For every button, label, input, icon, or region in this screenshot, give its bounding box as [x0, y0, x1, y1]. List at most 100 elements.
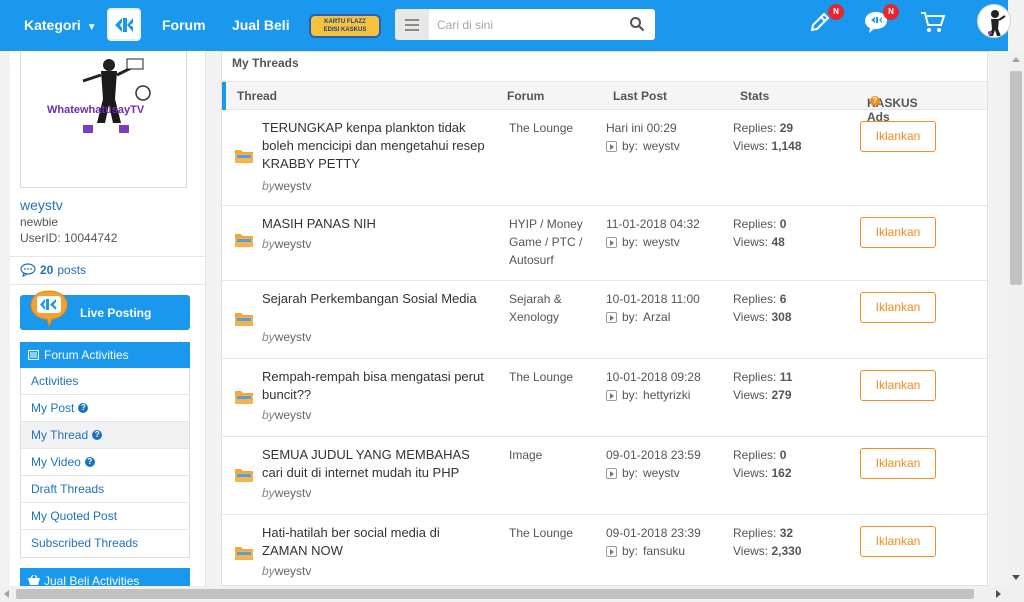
- iklankan-button[interactable]: Iklankan: [860, 217, 936, 248]
- last-post-user[interactable]: Arzal: [643, 310, 670, 324]
- folder-icon: [235, 391, 253, 404]
- iklankan-button[interactable]: Iklankan: [860, 292, 936, 323]
- sidebar-item-label: Draft Threads: [31, 481, 105, 496]
- by-prefix: by: [262, 179, 275, 193]
- last-post-user[interactable]: fansuku: [643, 544, 685, 558]
- forum-activities-menu: Activities My Post? My Thread? My Video?…: [20, 368, 190, 558]
- go-to-post-arrow-icon[interactable]: [606, 236, 617, 248]
- iklankan-button[interactable]: Iklankan: [860, 526, 936, 557]
- views-label: Views:: [733, 310, 769, 324]
- sidebar-item-activities[interactable]: Activities: [21, 368, 189, 395]
- jual-beli-activities-header[interactable]: Jual Beli Activities: [20, 568, 190, 586]
- folder-icon: [235, 547, 253, 560]
- thread-row: Rempah-rempah bisa mengatasi perut bunci…: [222, 359, 987, 437]
- thread-author-name[interactable]: weystv: [275, 237, 312, 251]
- search-icon[interactable]: [629, 16, 645, 32]
- thread-forum-link[interactable]: Image: [509, 446, 597, 464]
- go-to-post-arrow-icon[interactable]: [606, 467, 617, 479]
- sidebar-item-my-thread[interactable]: My Thread?: [21, 422, 189, 449]
- last-post-by[interactable]: by: weystv: [606, 466, 680, 480]
- folder-icon: [235, 313, 253, 326]
- sidebar-item-my-quoted-post[interactable]: My Quoted Post: [21, 503, 189, 530]
- last-post-by[interactable]: by: Arzal: [606, 310, 670, 324]
- thread-forum-link[interactable]: The Lounge: [509, 119, 597, 137]
- profile-picture[interactable]: WhatewhatusayTV: [20, 51, 187, 188]
- post-count-link[interactable]: 20 posts: [20, 263, 86, 277]
- replies-label: Replies:: [733, 448, 777, 462]
- col-header-forum: Forum: [507, 89, 545, 103]
- last-by-prefix: by:: [622, 388, 639, 402]
- document-icon: [28, 350, 39, 360]
- go-to-post-arrow-icon[interactable]: [606, 311, 617, 323]
- live-posting-button[interactable]: Live Posting: [20, 290, 190, 330]
- col-header-thread: Thread: [237, 89, 278, 103]
- last-post-by[interactable]: by: hettyrizki: [606, 388, 690, 402]
- thread-title-link[interactable]: Sejarah Perkembangan Sosial Media: [262, 290, 487, 308]
- last-post-user[interactable]: hettyrizki: [643, 388, 690, 402]
- sidebar-item-label: My Thread: [31, 427, 89, 442]
- thread-title-link[interactable]: TERUNGKAP kenpa plankton tidak boleh men…: [262, 119, 487, 173]
- search-input[interactable]: [437, 9, 617, 40]
- iklankan-button[interactable]: Iklankan: [860, 121, 936, 152]
- scroll-left-arrow-icon[interactable]: [4, 590, 9, 598]
- kartu-flazz-banner[interactable]: KARTU FLAZZ EDISI KASKUS: [309, 14, 381, 38]
- last-post-user[interactable]: weystv: [643, 139, 680, 153]
- thread-title-link[interactable]: SEMUA JUDUL YANG MEMBAHAS cari duit di i…: [262, 446, 487, 482]
- forum-activities-header: Forum Activities: [20, 342, 190, 368]
- chat-button[interactable]: N: [863, 4, 899, 37]
- help-icon[interactable]: ?: [870, 96, 880, 106]
- help-icon[interactable]: ?: [78, 403, 89, 413]
- nav-jual-beli-link[interactable]: Jual Beli: [232, 17, 290, 33]
- scroll-up-arrow-icon[interactable]: [1012, 57, 1020, 62]
- last-post-by[interactable]: by: fansuku: [606, 544, 685, 558]
- thread-author-name[interactable]: weystv: [275, 179, 312, 193]
- thread-forum-link[interactable]: The Lounge: [509, 368, 597, 386]
- thread-author-name[interactable]: weystv: [275, 564, 312, 578]
- sidebar-item-my-post[interactable]: My Post?: [21, 395, 189, 422]
- live-posting-label: Live Posting: [80, 306, 152, 320]
- create-thread-button[interactable]: N: [808, 4, 844, 37]
- divider: [10, 284, 205, 285]
- go-to-post-arrow-icon[interactable]: [606, 389, 617, 401]
- last-post-by[interactable]: by: weystv: [606, 235, 680, 249]
- thread-title-link[interactable]: MASIH PANAS NIH: [262, 215, 487, 233]
- go-to-post-arrow-icon[interactable]: [606, 140, 617, 152]
- sidebar-item-subscribed-threads[interactable]: Subscribed Threads: [21, 530, 189, 557]
- thread-title-link[interactable]: Rempah-rempah bisa mengatasi perut bunci…: [262, 368, 487, 404]
- horizontal-scrollbar[interactable]: [0, 586, 1024, 602]
- thread-author-name[interactable]: weystv: [275, 408, 312, 422]
- replies-stat: Replies: 32: [733, 526, 793, 540]
- go-to-post-arrow-icon[interactable]: [606, 545, 617, 557]
- thread-title-link[interactable]: Hati-hatilah ber social media di ZAMAN N…: [262, 524, 487, 560]
- last-post-by[interactable]: by: weystv: [606, 139, 680, 153]
- help-icon[interactable]: ?: [84, 457, 95, 467]
- user-avatar[interactable]: [977, 4, 1011, 38]
- thread-forum-link[interactable]: The Lounge: [509, 524, 597, 542]
- folder-icon: [235, 469, 253, 482]
- thread-forum-link[interactable]: Sejarah & Xenology: [509, 290, 597, 326]
- hamburger-menu-icon[interactable]: [395, 9, 429, 40]
- vertical-scrollbar[interactable]: [1008, 51, 1024, 586]
- cart-button[interactable]: [920, 10, 946, 37]
- help-icon[interactable]: ?: [92, 430, 103, 440]
- last-post-user[interactable]: weystv: [643, 466, 680, 480]
- nav-forum-link[interactable]: Forum: [162, 17, 206, 33]
- thread-author-name[interactable]: weystv: [275, 330, 312, 344]
- scrollbar-thumb[interactable]: [16, 589, 974, 599]
- iklankan-button[interactable]: Iklankan: [860, 370, 936, 401]
- last-post-user[interactable]: weystv: [643, 235, 680, 249]
- thread-forum-link[interactable]: HYIP / Money Game / PTC / Autosurf: [509, 215, 597, 269]
- thread-author-name[interactable]: weystv: [275, 486, 312, 500]
- sidebar-item-draft-threads[interactable]: Draft Threads: [21, 476, 189, 503]
- kaskus-logo[interactable]: [107, 8, 141, 41]
- sidebar-item-label: Subscribed Threads: [31, 536, 139, 550]
- scroll-down-arrow-icon[interactable]: [1012, 575, 1020, 580]
- iklankan-button[interactable]: Iklankan: [860, 448, 936, 479]
- last-post-date: Hari ini 00:29: [606, 121, 677, 135]
- top-navbar: Kategori ▼ Forum Jual Beli KARTU FLAZZ ED…: [0, 0, 1011, 51]
- scroll-right-arrow-icon[interactable]: [996, 590, 1001, 598]
- scrollbar-thumb[interactable]: [1010, 71, 1022, 285]
- kategori-menu[interactable]: Kategori ▼: [24, 17, 97, 33]
- profile-username[interactable]: weystv: [20, 197, 63, 213]
- sidebar-item-my-video[interactable]: My Video?: [21, 449, 189, 476]
